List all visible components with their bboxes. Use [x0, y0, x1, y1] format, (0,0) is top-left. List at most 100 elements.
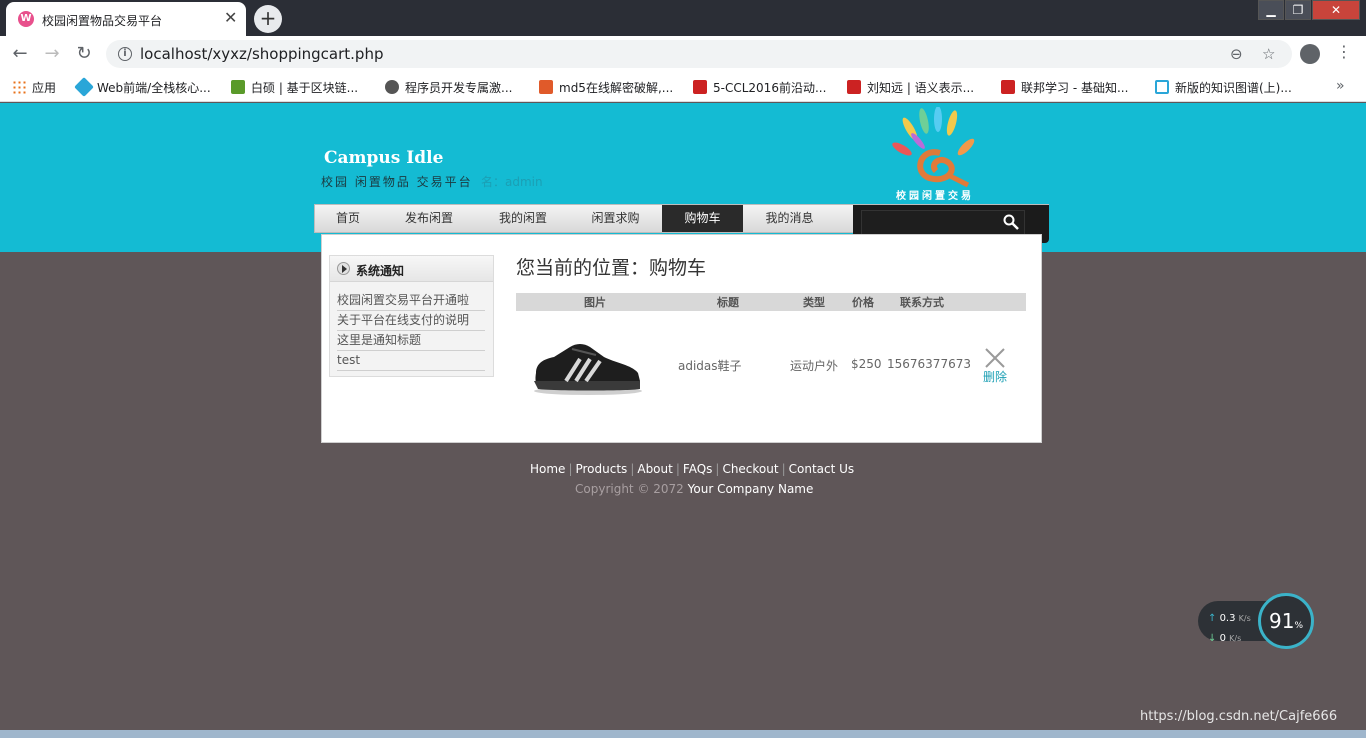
cart-item-title[interactable]: adidas鞋子: [678, 357, 742, 374]
csdn-c-icon: [847, 80, 861, 94]
footer-links: Home | Products | About | FAQs | Checkout | Contac…: [530, 462, 854, 476]
account-icon[interactable]: [1300, 44, 1320, 64]
footer-link-checkout[interactable]: Checkout: [722, 462, 778, 476]
bookmark-label: 5-CCL2016前沿动...: [713, 81, 827, 95]
bookmark-star-icon[interactable]: ☆: [1262, 45, 1275, 63]
browser-tab[interactable]: W 校园闲置物品交易平台 ✕: [6, 2, 246, 36]
windows-taskbar: [0, 730, 1366, 738]
cart-item-price: $250: [851, 357, 882, 371]
nav-wanted[interactable]: 闲置求购: [569, 205, 662, 232]
footer-separator: |: [715, 462, 720, 476]
browser-tabstrip: W 校园闲置物品交易平台 ✕ + ▁ ❐ ✕: [0, 0, 1366, 36]
bookmark-apps[interactable]: 应用: [12, 79, 56, 95]
bookmark-item[interactable]: 程序员开发专属激...: [385, 79, 512, 95]
forward-icon[interactable]: →: [42, 44, 62, 64]
bookmark-item[interactable]: 白硕 | 基于区块链...: [231, 79, 358, 95]
delete-x-icon[interactable]: [984, 347, 1006, 369]
memory-usage-gauge: 91%: [1258, 593, 1314, 649]
nav-publish[interactable]: 发布闲置: [381, 205, 477, 232]
upload-unit: K/s: [1238, 614, 1251, 623]
bookmark-favicon-icon: [231, 80, 245, 94]
bookmark-item[interactable]: 刘知远 | 语义表示...: [847, 79, 974, 95]
logo-caption: 校园闲置交易: [896, 191, 974, 202]
copyright-text: Copyright © 2072: [575, 482, 684, 496]
footer-link-about[interactable]: About: [637, 462, 672, 476]
cart-item-contact: 15676377673: [887, 357, 971, 371]
breadcrumb-location: 您当前的位置：购物车: [516, 257, 707, 279]
notice-item[interactable]: test: [337, 351, 485, 371]
network-speed-widget[interactable]: ↑ 0.3 K/s ↓ 0 K/s 91%: [1198, 593, 1316, 649]
memory-usage-percent: 91%: [1261, 609, 1311, 633]
notice-header: 系统通知: [330, 256, 493, 282]
col-title: 标题: [717, 296, 739, 309]
copyright: Copyright © 2072 Your Company Name: [575, 482, 813, 496]
footer-separator: |: [781, 462, 786, 476]
search-icon[interactable]: [1002, 213, 1020, 231]
bookmark-label: 联邦学习 - 基础知...: [1021, 81, 1129, 95]
company-name: Your Company Name: [687, 482, 814, 496]
url-text[interactable]: localhost/xyxz/shoppingcart.php: [140, 45, 384, 63]
download-value: 0: [1219, 633, 1226, 644]
notice-list: 校园闲置交易平台开通啦 关于平台在线支付的说明 这里是通知标题 test: [337, 291, 485, 371]
nav-cart[interactable]: 购物车: [662, 205, 743, 232]
cart-item-type: 运动户外: [790, 359, 839, 373]
footer-separator: |: [630, 462, 635, 476]
bookmark-label: 刘知远 | 语义表示...: [867, 81, 975, 95]
tab-close-icon[interactable]: ✕: [224, 10, 237, 26]
back-icon[interactable]: ←: [10, 44, 30, 64]
url-omnibox[interactable]: i localhost/xyxz/shoppingcart.php ⊖ ☆: [106, 40, 1292, 68]
col-image: 图片: [584, 296, 606, 309]
new-tab-button[interactable]: +: [254, 5, 282, 33]
window-close-button[interactable]: ✕: [1312, 0, 1360, 20]
zoom-icon[interactable]: ⊖: [1230, 45, 1243, 63]
tab-title: 校园闲置物品交易平台: [42, 14, 163, 28]
notice-item[interactable]: 校园闲置交易平台开通啦: [337, 291, 485, 311]
bookmark-label: Web前端/全栈核心...: [97, 81, 211, 95]
bookmark-item[interactable]: 5-CCL2016前沿动...: [693, 79, 826, 95]
bookmark-label: 应用: [32, 81, 57, 95]
upload-value: 0.3: [1219, 613, 1236, 624]
delete-button[interactable]: 删除: [983, 368, 1007, 385]
footer-link-products[interactable]: Products: [575, 462, 627, 476]
reload-icon[interactable]: ↻: [74, 44, 94, 64]
browser-menu-icon[interactable]: ⋮: [1336, 42, 1352, 61]
notice-item[interactable]: 这里是通知标题: [337, 331, 485, 351]
window-minimize-button[interactable]: ▁: [1258, 0, 1284, 20]
bookmark-favicon-icon: [539, 80, 553, 94]
bookmark-item[interactable]: 新版的知识图谱(上)...: [1155, 79, 1292, 95]
csdn-c-icon: [1001, 80, 1015, 94]
bilibili-tv-icon: [1155, 80, 1169, 94]
bookmark-label: 程序员开发专属激...: [405, 81, 513, 95]
globe-icon: [385, 80, 399, 94]
col-contact: 联系方式: [900, 296, 944, 309]
address-bar: ← → ↻ i localhost/xyxz/shoppingcart.php …: [0, 36, 1366, 72]
bookmark-item[interactable]: Web前端/全栈核心...: [74, 77, 211, 97]
bookmark-item[interactable]: md5在线解密破解,...: [539, 79, 673, 95]
footer-link-faqs[interactable]: FAQs: [683, 462, 713, 476]
bookmark-label: md5在线解密破解,...: [559, 81, 674, 95]
nav-home[interactable]: 首页: [315, 205, 381, 232]
bookmarks-bar: 应用 Web前端/全栈核心... 白硕 | 基于区块链... 程序员开发专属激.…: [0, 72, 1366, 102]
search-input[interactable]: [861, 210, 1025, 236]
percent-value: 91: [1268, 609, 1295, 633]
site-title[interactable]: Campus Idle: [324, 148, 443, 168]
window-maximize-button[interactable]: ❐: [1285, 0, 1311, 20]
site-info-icon[interactable]: i: [118, 47, 132, 61]
col-type: 类型: [803, 296, 825, 309]
bookmark-favicon-icon: [693, 80, 707, 94]
cart-table-header: 图片 标题 类型 价格 联系方式: [516, 293, 1026, 311]
bookmark-label: 新版的知识图谱(上)...: [1175, 81, 1292, 95]
bookmark-item[interactable]: 联邦学习 - 基础知...: [1001, 79, 1128, 95]
nav-messages[interactable]: 我的消息: [743, 205, 836, 232]
nav-my-idle[interactable]: 我的闲置: [477, 205, 569, 232]
page-viewport: Campus Idle 校园 闲置物品 交易平台 名：admin 校园闲置交易 …: [0, 103, 1366, 738]
notice-item[interactable]: 关于平台在线支付的说明: [337, 311, 485, 331]
footer-link-home[interactable]: Home: [530, 462, 565, 476]
product-shoe-image[interactable]: [530, 333, 646, 397]
apps-grid-icon: [12, 80, 26, 94]
bookmark-label: 白硕 | 基于区块链...: [251, 81, 359, 95]
play-arrow-icon: [337, 262, 350, 275]
footer-link-contact[interactable]: Contact Us: [789, 462, 855, 476]
percent-sign: %: [1294, 621, 1303, 631]
bookmarks-overflow-icon[interactable]: »: [1336, 78, 1345, 94]
